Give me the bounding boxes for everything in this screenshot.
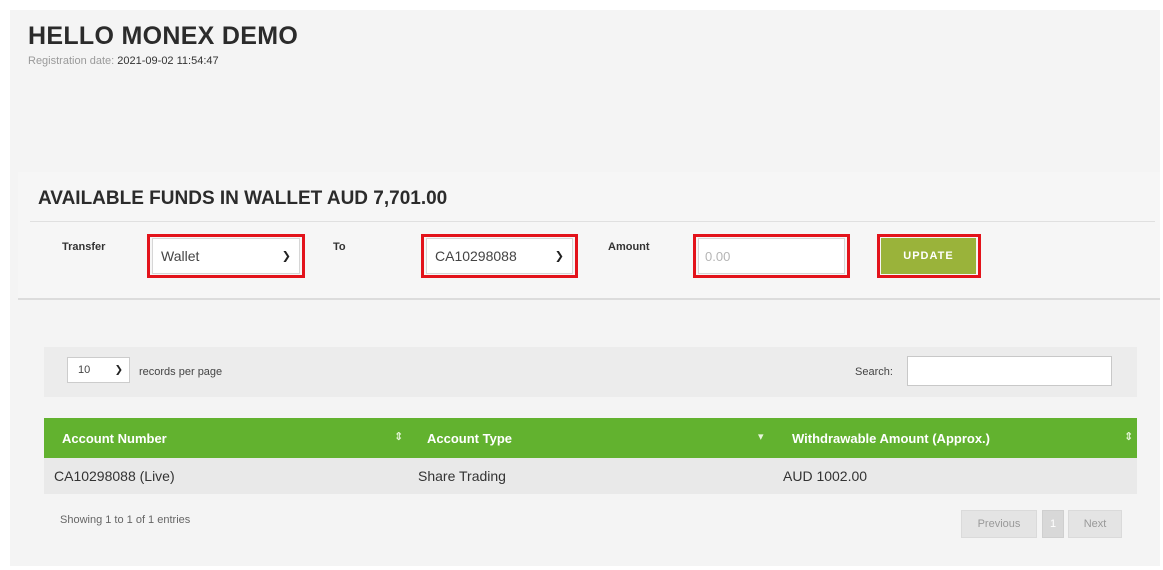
table-row: CA10298088 (Live) Share Trading AUD 1002… [44, 458, 1137, 494]
cell-account-type: Share Trading [418, 468, 506, 484]
column-header-withdrawable-amount[interactable]: Withdrawable Amount (Approx.) [792, 418, 990, 458]
highlight-transfer-from [147, 234, 305, 278]
records-per-page-label: records per page [139, 366, 223, 378]
pagination-previous[interactable]: Previous [961, 510, 1037, 538]
sort-icon[interactable]: ⇕ [394, 430, 403, 443]
divider [30, 221, 1155, 222]
available-funds-title: AVAILABLE FUNDS IN WALLET AUD 7,701.00 [38, 188, 448, 209]
column-header-account-type[interactable]: Account Type [427, 418, 512, 458]
cell-account-number: CA10298088 (Live) [54, 468, 175, 484]
amount-label: Amount [608, 241, 650, 253]
registration-label: Registration date: [28, 55, 115, 67]
registration-date: Registration date: 2021-09-02 11:54:47 [28, 55, 219, 67]
sort-desc-icon[interactable]: ▾ [758, 430, 764, 443]
chevron-down-icon: ❯ [114, 364, 123, 376]
search-input[interactable] [907, 356, 1112, 386]
pagination-next[interactable]: Next [1068, 510, 1122, 538]
sort-icon[interactable]: ⇕ [1124, 430, 1133, 443]
highlight-transfer-to [421, 234, 578, 278]
search-label: Search: [855, 366, 893, 378]
pagination-page-1[interactable]: 1 [1042, 510, 1064, 538]
greeting-title: HELLO MONEX DEMO [28, 22, 299, 50]
registration-value: 2021-09-02 11:54:47 [117, 55, 219, 67]
highlight-amount [693, 234, 850, 278]
cell-withdrawable-amount: AUD 1002.00 [783, 468, 868, 484]
transfer-label: Transfer [62, 241, 106, 253]
records-per-page-value: 10 [78, 364, 91, 376]
to-label: To [333, 241, 346, 253]
records-per-page-select[interactable]: 10 ❯ [67, 357, 130, 383]
highlight-update [877, 234, 981, 278]
table-header: Account Number ⇕ Account Type ▾ Withdraw… [44, 418, 1137, 458]
table-info: Showing 1 to 1 of 1 entries [60, 514, 191, 526]
column-header-account-number[interactable]: Account Number [62, 418, 167, 458]
